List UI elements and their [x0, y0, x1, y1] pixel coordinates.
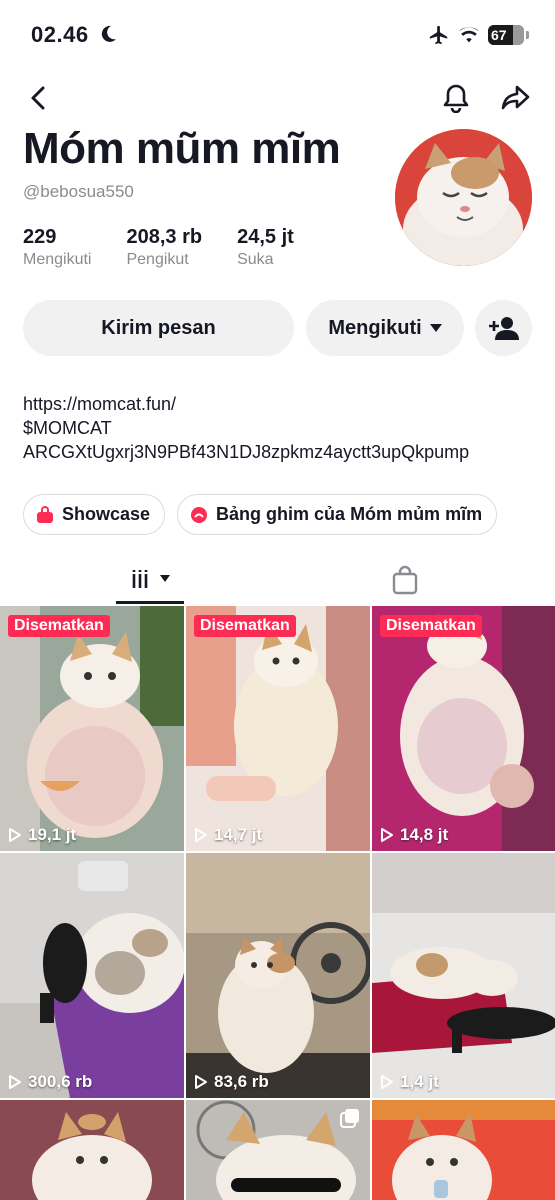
pinned-badge: Disematkan	[194, 615, 296, 637]
add-user-icon	[488, 317, 519, 340]
tab-shop[interactable]	[385, 556, 425, 604]
pin-board-chip[interactable]: Bảng ghim của Móm mủm mĩm	[177, 494, 498, 535]
play-icon	[381, 1075, 393, 1089]
video-thumbnail[interactable]: Disematkan 19,1 jt	[0, 606, 184, 851]
airplane-icon	[429, 25, 448, 45]
video-thumbnail[interactable]	[186, 1100, 370, 1200]
shopping-bag-icon	[392, 565, 418, 595]
bio-link[interactable]: https://momcat.fun/	[23, 392, 469, 416]
status-time: 02.46	[31, 22, 89, 47]
add-friend-button[interactable]	[475, 300, 532, 356]
top-nav	[0, 78, 555, 118]
profile-stats: 229 Mengikuti 208,3 rb Pengikut 24,5 jt …	[23, 226, 329, 269]
play-icon	[381, 828, 393, 842]
stat-value: 24,5 jt	[237, 226, 294, 248]
avatar[interactable]	[395, 129, 532, 266]
video-thumbnail[interactable]: 300,6 rb	[0, 853, 184, 1098]
bag-icon	[37, 505, 53, 523]
caret-down-icon	[429, 324, 442, 332]
share-icon	[501, 85, 530, 110]
chip-label: Showcase	[62, 504, 151, 524]
tab-videos[interactable]	[116, 556, 184, 604]
notification-button[interactable]	[436, 78, 476, 118]
caret-down-icon	[160, 575, 170, 582]
play-icon	[9, 828, 21, 842]
stat-label: Pengikut	[126, 251, 189, 268]
video-thumbnail[interactable]	[372, 1100, 555, 1200]
profile-bio: https://momcat.fun/ $MOMCAT ARCGXtUgxrj3…	[23, 392, 469, 464]
share-button[interactable]	[495, 78, 535, 118]
view-count: 83,6 rb	[194, 1072, 269, 1092]
stat-followers[interactable]: 208,3 rb Pengikut	[126, 226, 202, 269]
pin-board-icon	[191, 506, 208, 523]
chip-label: Bảng ghim của Móm mủm mĩm	[216, 504, 483, 524]
stat-likes[interactable]: 24,5 jt Suka	[237, 226, 294, 269]
profile-chips: Showcase Bảng ghim của Móm mủm mĩm	[23, 494, 498, 535]
following-dropdown-button[interactable]: Mengikuti	[306, 300, 464, 356]
play-icon	[9, 1075, 21, 1089]
video-thumbnail[interactable]: 1,4 jt	[372, 853, 555, 1098]
grid-icon	[132, 569, 148, 588]
play-icon	[195, 828, 207, 842]
video-grid: Disematkan 19,1 jt Disematkan 14,7 jt Di…	[0, 606, 555, 1200]
play-icon	[195, 1075, 207, 1089]
stat-value: 208,3 rb	[126, 226, 203, 248]
bio-line: $MOMCAT	[23, 418, 112, 438]
video-thumbnail[interactable]	[0, 1100, 184, 1200]
multi-photo-icon	[340, 1109, 359, 1128]
view-count: 19,1 jt	[8, 825, 76, 845]
video-thumbnail[interactable]: Disematkan 14,8 jt	[372, 606, 555, 851]
stat-label: Suka	[237, 251, 274, 268]
stat-following[interactable]: 229 Mengikuti	[23, 226, 91, 269]
showcase-chip[interactable]: Showcase	[23, 494, 166, 535]
status-bar: 02.46 67	[0, 0, 555, 70]
moon-icon	[101, 25, 116, 42]
back-button[interactable]	[18, 78, 58, 118]
send-message-button[interactable]: Kirim pesan	[23, 300, 294, 356]
profile-name: Móm mũm mĩm	[23, 124, 341, 173]
view-count: 14,8 jt	[380, 825, 448, 845]
chevron-left-icon	[31, 86, 45, 110]
wifi-icon	[458, 27, 480, 43]
view-count: 300,6 rb	[8, 1072, 92, 1092]
battery-icon: 67	[488, 25, 524, 45]
bio-line: ARCGXtUgxrj3N9PBf43N1DJ8zpkmz4ayctt3upQk…	[23, 442, 470, 462]
stat-value: 229	[23, 226, 57, 248]
profile-handle: @bebosua550	[23, 182, 134, 201]
pinned-badge: Disematkan	[380, 615, 482, 637]
view-count: 1,4 jt	[380, 1072, 439, 1092]
stat-label: Mengikuti	[23, 251, 92, 268]
view-count: 14,7 jt	[194, 825, 262, 845]
pinned-badge: Disematkan	[8, 615, 110, 637]
video-thumbnail[interactable]: 83,6 rb	[186, 853, 370, 1098]
following-label: Mengikuti	[328, 316, 422, 339]
bell-icon	[443, 84, 469, 113]
profile-actions: Kirim pesan Mengikuti	[23, 300, 533, 356]
video-thumbnail[interactable]: Disematkan 14,7 jt	[186, 606, 370, 851]
content-tabs	[0, 556, 555, 604]
